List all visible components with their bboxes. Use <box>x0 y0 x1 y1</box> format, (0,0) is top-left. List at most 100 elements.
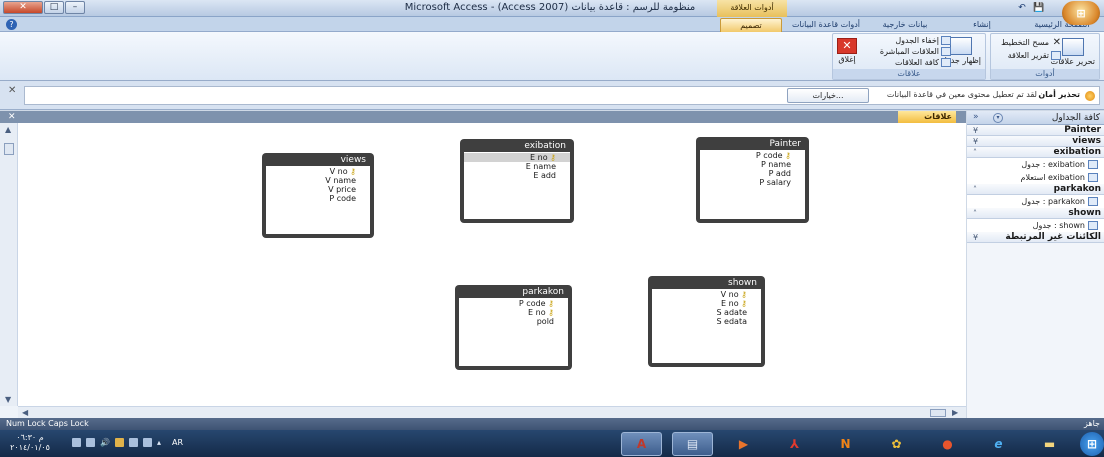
field-e-name[interactable]: E name <box>464 162 570 171</box>
nav-item-exibation-table[interactable]: exibation : جدول <box>967 158 1104 171</box>
chrome-icon[interactable]: ● <box>927 432 968 456</box>
table-exibation[interactable]: exibation E no ⚷ E name E add <box>460 139 574 223</box>
direct-relationships-button[interactable]: العلاقات المباشرة <box>880 47 951 56</box>
table-painter-title[interactable]: Painter <box>700 137 805 150</box>
nav-group-views[interactable]: views ¥ <box>967 136 1104 147</box>
nav-group-painter[interactable]: Painter ¥ <box>967 125 1104 136</box>
scroll-down-icon[interactable]: ▼ <box>5 395 11 404</box>
vertical-scroll-thumb[interactable] <box>4 143 14 155</box>
show-hidden-icons-icon[interactable]: ▴ <box>157 438 161 447</box>
minimize-button[interactable]: – <box>65 1 85 14</box>
scroll-right-icon[interactable]: ▶ <box>952 408 958 417</box>
arabic-app-icon[interactable]: ✿ <box>876 432 917 456</box>
table-shown[interactable]: shown V no ⚷ E no ⚷ S adate S edata <box>648 276 765 367</box>
table-views-title[interactable]: views <box>266 153 370 166</box>
all-relationships-button[interactable]: كافة العلاقات <box>895 58 951 67</box>
access-icon[interactable]: A <box>621 432 662 456</box>
field-pold[interactable]: pold <box>459 317 568 326</box>
media-player-icon[interactable]: ▶ <box>723 432 764 456</box>
close-relationships-button[interactable]: ✕ إغلاق <box>837 38 857 64</box>
horizontal-scrollbar[interactable]: ◀ ▶ <box>18 406 966 418</box>
document-close-icon[interactable]: ✕ <box>8 111 16 123</box>
scroll-up-icon[interactable]: ▲ <box>5 125 11 134</box>
explorer-icon[interactable]: ▬ <box>1029 432 1070 456</box>
table-parkakon-title[interactable]: parkakon <box>459 285 568 298</box>
field-v-name[interactable]: V name <box>266 176 370 185</box>
nav-group-unrelated-objects[interactable]: الكائنات غير المرتبطة ¥ <box>967 232 1104 243</box>
horizontal-scroll-thumb[interactable] <box>930 409 946 417</box>
chevron-down-icon: ¥ <box>973 233 979 242</box>
keyboard-status: Num Lock Caps Lock <box>6 419 89 428</box>
nav-group-shown[interactable]: shown ˄ <box>967 208 1104 219</box>
direct-relationships-label: العلاقات المباشرة <box>879 47 939 56</box>
tab-create[interactable]: إنشاء <box>962 18 1002 32</box>
nav-item-exibation-query[interactable]: exibation استعلام <box>967 171 1104 184</box>
display-icon[interactable] <box>142 438 152 447</box>
nav-item-shown-table[interactable]: shown : جدول <box>967 219 1104 232</box>
start-button[interactable]: ⊞ <box>1080 432 1104 456</box>
network-icon[interactable] <box>86 438 95 447</box>
nav-item-parkakon-table[interactable]: parkakon : جدول <box>967 195 1104 208</box>
field-e-no[interactable]: E no ⚷ <box>652 299 761 308</box>
internet-explorer-icon[interactable]: e <box>978 432 1019 456</box>
field-v-no[interactable]: V no ⚷ <box>652 290 761 299</box>
undo-icon[interactable]: ↶ <box>1015 2 1029 14</box>
word-document-icon[interactable]: ▤ <box>672 432 713 456</box>
close-icon: ✕ <box>837 38 857 54</box>
field-p-code[interactable]: P code ⚷ <box>459 299 568 308</box>
hide-table-button[interactable]: إخفاء الجدول <box>895 36 951 45</box>
field-p-add[interactable]: P add <box>700 169 805 178</box>
relationships-canvas[interactable]: views V no ⚷ V name V price P code exiba… <box>18 123 966 406</box>
security-warning-text: لقد تم تعطيل محتوى معين في قاعدة البيانا… <box>886 90 1037 99</box>
save-icon[interactable]: 💾 <box>1032 2 1046 14</box>
tab-design[interactable]: تصميم <box>720 18 782 32</box>
system-clock[interactable]: م ٠٦:٣٠ ٢٠١٤/٠١/٠٥ <box>6 433 54 453</box>
field-p-salary[interactable]: P salary <box>700 178 805 187</box>
options-button[interactable]: خيارات... <box>787 88 869 103</box>
nav-group-exibation[interactable]: exibation ˄ <box>967 147 1104 158</box>
volume-icon[interactable]: 🔊 <box>100 438 110 447</box>
vertical-scrollbar[interactable]: ▲ ▼ <box>0 123 18 406</box>
navigation-pane-title[interactable]: كافة الجداول <box>1052 113 1100 123</box>
navigation-pane-header[interactable]: كافة الجداول ▾ » <box>967 111 1104 125</box>
field-e-no[interactable]: E no ⚷ <box>464 153 570 162</box>
onenote-icon[interactable]: N <box>825 432 866 456</box>
table-exibation-title[interactable]: exibation <box>464 139 570 152</box>
office-button[interactable]: ⊞ <box>1062 1 1100 25</box>
field-p-name[interactable]: P name <box>700 160 805 169</box>
chevron-down-icon[interactable]: ▾ <box>993 113 1003 123</box>
chevron-up-icon: ˄ <box>973 209 977 218</box>
tab-external-data[interactable]: بيانات خارجية <box>870 18 940 32</box>
system-tray: 🔊 ▴ AR <box>72 438 183 447</box>
tab-database-tools[interactable]: أدوات قاعدة البيانات <box>788 18 864 32</box>
relationship-report-button[interactable]: تقرير العلاقة <box>1008 51 1061 60</box>
message-bar-close-icon[interactable]: ✕ <box>8 85 16 96</box>
field-v-price[interactable]: V price <box>266 185 370 194</box>
field-e-add[interactable]: E add <box>464 171 570 180</box>
tab-relationships[interactable]: علاقات <box>898 111 956 123</box>
query-icon <box>1088 173 1098 182</box>
field-p-code[interactable]: P code <box>266 194 370 203</box>
field-v-no[interactable]: V no ⚷ <box>266 167 370 176</box>
nav-group-parkakon[interactable]: parkakon ˄ <box>967 184 1104 195</box>
table-shown-title[interactable]: shown <box>652 276 761 289</box>
device-icon[interactable] <box>128 438 138 447</box>
field-p-code[interactable]: P code ⚷ <box>700 151 805 160</box>
table-painter[interactable]: Painter P code ⚷ P name P add P salary <box>696 137 809 223</box>
table-parkakon[interactable]: parkakon P code ⚷ E no ⚷ pold <box>455 285 572 370</box>
acrobat-icon[interactable]: ⅄ <box>774 432 815 456</box>
scroll-left-icon[interactable]: ◀ <box>22 408 28 417</box>
maximize-button[interactable]: □ <box>44 1 64 14</box>
close-window-button[interactable]: ✕ <box>3 1 43 14</box>
chevron-down-icon: ¥ <box>973 137 979 146</box>
clear-layout-button[interactable]: ✕ مسح التخطيط <box>1001 38 1061 48</box>
field-e-no[interactable]: E no ⚷ <box>459 308 568 317</box>
help-icon[interactable]: ? <box>6 19 17 30</box>
collapse-pane-icon[interactable]: » <box>973 112 979 122</box>
field-s-edata[interactable]: S edata <box>652 317 761 326</box>
input-language[interactable]: AR <box>172 438 183 447</box>
warning-icon[interactable] <box>114 438 124 447</box>
flag-icon[interactable] <box>72 438 81 447</box>
table-views[interactable]: views V no ⚷ V name V price P code <box>262 153 374 238</box>
field-s-adate[interactable]: S adate <box>652 308 761 317</box>
